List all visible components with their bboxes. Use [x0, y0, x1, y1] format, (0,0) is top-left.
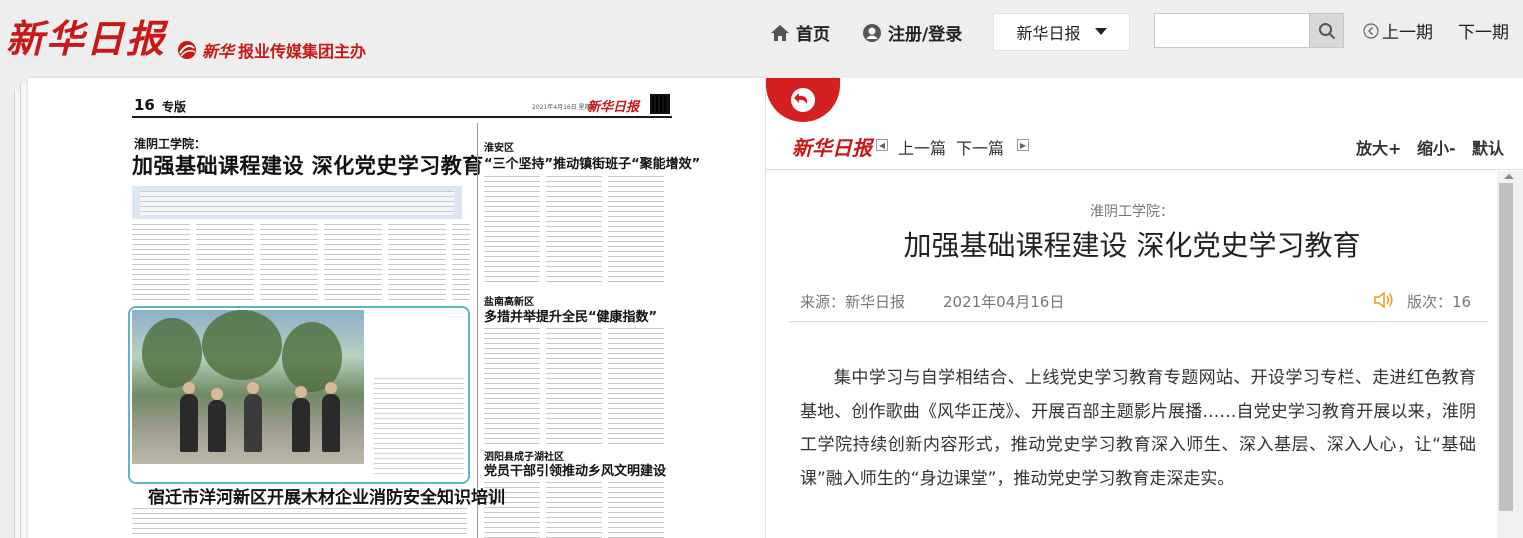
page-header: 16 专版 2021年4月16日 星期五 新华日报 — [132, 94, 672, 118]
host-text: 报业传媒集团主办 — [238, 42, 367, 61]
bottom-story-headline[interactable]: 宿迁市洋河新区开展木材企业消防安全知识培训 — [148, 483, 505, 508]
search-icon — [1318, 22, 1335, 39]
page-logo: 新华日报 — [587, 100, 640, 115]
host-brand: 新华 — [202, 42, 235, 61]
top-bar: 新华日报 新华 报业传媒集团主办 首页 注册/登录 新华日报 上一期 下一期 — [0, 0, 1523, 70]
article-panel: 新华日报 ◀ 上一篇 下一篇 ▶ 放大+ 缩小- 默认 淮阴工学院： 加强基础课… — [766, 78, 1523, 538]
page-text-block[interactable] — [484, 176, 540, 286]
host-tagline: 新华 报业传媒集团主办 — [176, 38, 366, 62]
nav-home-link[interactable]: 首页 — [770, 20, 830, 45]
site-logo[interactable]: 新华日报 — [6, 8, 166, 63]
article-edition: 版次：16 — [1407, 293, 1472, 311]
prev-issue-link[interactable]: 上一期 — [1363, 18, 1433, 43]
side-story-headline[interactable]: 党员干部引领推动乡风文明建设 — [484, 460, 666, 479]
page-text-block[interactable] — [324, 224, 382, 302]
page-text-block[interactable] — [608, 176, 664, 286]
article-content: 淮阴工学院： 加强基础课程建设 深化党史学习教育 来源：新华日报 2021年04… — [766, 171, 1498, 538]
article-logo: 新华日报 — [792, 136, 872, 160]
chevron-left-icon[interactable]: ◀ — [876, 139, 888, 151]
article-subtitle: 淮阴工学院： — [1090, 204, 1174, 220]
page-text-block[interactable] — [546, 482, 602, 538]
page-lead-box[interactable] — [132, 186, 462, 219]
search-input[interactable] — [1154, 13, 1310, 48]
page-number: 16 — [134, 96, 155, 114]
side-story-headline[interactable]: 多措并举提升全民“健康指数” — [484, 306, 657, 325]
page-text-block[interactable] — [196, 224, 254, 302]
prev-article-link[interactable]: 上一篇 — [898, 135, 946, 159]
zoom-out-button[interactable]: 缩小- — [1417, 135, 1456, 159]
circle-left-icon — [1363, 22, 1379, 39]
page-text-block[interactable] — [608, 482, 664, 538]
page-text-block[interactable] — [546, 328, 602, 448]
nav-home-label: 首页 — [796, 25, 830, 45]
page-text-block[interactable] — [388, 224, 446, 302]
home-icon — [771, 24, 789, 41]
article-date: 2021年04月16日 — [943, 293, 1065, 311]
page-photo[interactable] — [132, 310, 364, 464]
newspaper-page-image[interactable]: 16 专版 2021年4月16日 星期五 新华日报 淮阴工学院： 加强基础课程建… — [28, 78, 765, 538]
user-icon — [863, 23, 881, 42]
zoom-reset-button[interactable]: 默认 — [1472, 135, 1504, 159]
qr-code-icon — [650, 94, 670, 114]
article-title: 加强基础课程建设 深化党史学习教育 — [903, 229, 1361, 262]
speaker-icon[interactable] — [1373, 290, 1395, 310]
prev-issue-label: 上一期 — [1382, 23, 1433, 43]
page-text-block[interactable] — [260, 224, 318, 302]
article-scrollbar[interactable] — [1497, 171, 1523, 538]
scroll-up-arrow-icon[interactable] — [1504, 174, 1514, 179]
page-text-block[interactable] — [132, 224, 190, 302]
page-text-block[interactable] — [452, 224, 470, 302]
nav-login-link[interactable]: 注册/登录 — [862, 20, 962, 45]
page-article-headline[interactable]: 加强基础课程建设 深化党史学习教育 — [132, 150, 484, 180]
photo-caption[interactable] — [374, 378, 464, 474]
page-text-block[interactable] — [484, 328, 540, 448]
search-button[interactable] — [1309, 13, 1344, 48]
article-source: 来源：新华日报 — [800, 293, 906, 311]
nav-login-label: 注册/登录 — [888, 25, 963, 45]
zoom-in-button[interactable]: 放大+ — [1356, 135, 1401, 159]
paper-select[interactable]: 新华日报 — [993, 13, 1130, 51]
side-story-kicker: 淮安区 — [484, 143, 514, 154]
article-body: 集中学习与自学相结合、上线党史学习教育专题网站、开设学习专栏、走进红色教育基地、… — [800, 368, 1476, 489]
side-story-headline[interactable]: “三个坚持”推动镇街班子“聚能增效” — [484, 153, 700, 172]
caret-down-icon — [1094, 28, 1107, 35]
next-issue-link[interactable]: 下一期 — [1458, 18, 1509, 43]
page-text-block[interactable] — [608, 328, 664, 448]
scroll-thumb[interactable] — [1499, 183, 1513, 511]
article-toolbar: 新华日报 ◀ 上一篇 下一篇 ▶ 放大+ 缩小- 默认 — [766, 120, 1523, 170]
chevron-right-icon[interactable]: ▶ — [1017, 139, 1029, 151]
column-divider — [477, 123, 478, 538]
next-article-link[interactable]: 下一篇 — [956, 135, 1004, 159]
page-text-block[interactable] — [546, 176, 602, 286]
group-emblem-icon — [178, 41, 196, 59]
return-arrow-icon — [791, 88, 815, 112]
page-section: 专版 — [162, 100, 187, 114]
paper-select-value: 新华日报 — [1016, 24, 1081, 43]
divider — [788, 321, 1488, 322]
page-text-block[interactable] — [132, 508, 467, 538]
